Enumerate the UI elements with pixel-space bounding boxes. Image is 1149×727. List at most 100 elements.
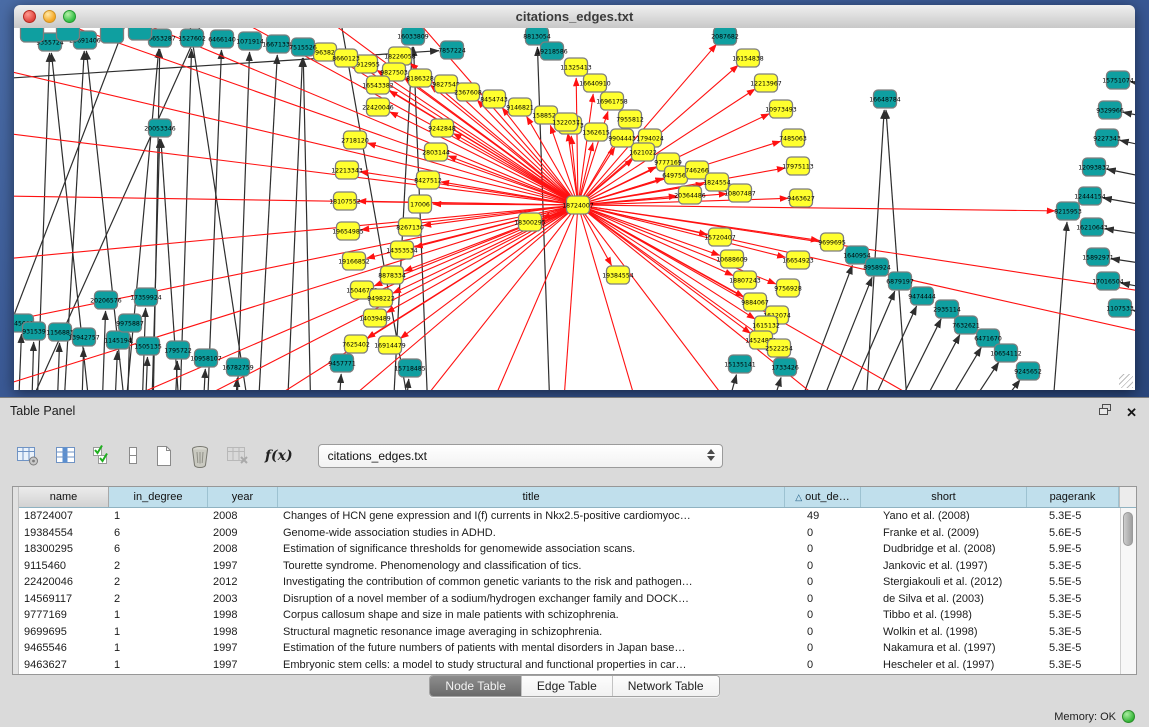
graph-node[interactable]: 18807243	[729, 271, 761, 289]
graph-node[interactable]	[129, 28, 152, 40]
graph-node[interactable]	[101, 28, 124, 43]
minimize-window-button[interactable]	[43, 10, 56, 23]
graph-node[interactable]	[21, 28, 44, 42]
graph-node[interactable]: 16648784	[869, 90, 901, 108]
column-header-pagerank[interactable]: pagerank	[1027, 487, 1119, 507]
graph-edge[interactable]	[795, 277, 872, 390]
table-options-icon[interactable]	[16, 441, 40, 471]
graph-node[interactable]: 12213967	[750, 74, 782, 92]
memory-ok-indicator[interactable]	[1122, 710, 1135, 723]
graph-edge[interactable]	[1111, 259, 1135, 272]
graph-node[interactable]: 15720407	[704, 228, 736, 246]
graph-edge[interactable]	[560, 205, 578, 390]
graph-node[interactable]: 1505135	[134, 337, 162, 355]
graph-node[interactable]: 22420046	[362, 98, 394, 116]
graph-edge[interactable]	[908, 347, 981, 390]
graph-node[interactable]: 16914479	[374, 336, 406, 354]
graph-edge[interactable]	[578, 205, 720, 255]
graph-node[interactable]: 9463627	[787, 189, 815, 207]
window-titlebar[interactable]: citations_edges.txt	[14, 5, 1135, 29]
graph-node[interactable]: 9904443	[608, 129, 636, 147]
graph-node[interactable]: 9245652	[1014, 362, 1042, 380]
graph-node[interactable]: 16782759	[222, 358, 254, 376]
graph-node[interactable]: 10688609	[716, 250, 748, 268]
graph-node[interactable]: 2935114	[933, 300, 961, 318]
graph-node[interactable]: 17006	[409, 195, 432, 213]
graph-node[interactable]: 13942757	[68, 328, 100, 346]
graph-node[interactable]: 6879197	[886, 272, 914, 290]
graph-edge[interactable]	[80, 348, 84, 390]
graph-node[interactable]: 1145194	[104, 331, 132, 349]
delete-entry-icon[interactable]	[189, 441, 211, 471]
graph-node[interactable]: 1071914	[236, 32, 264, 50]
column-header-year[interactable]: year	[208, 487, 278, 507]
graph-node[interactable]: 2367608	[454, 83, 482, 101]
graph-edge[interactable]	[710, 375, 736, 390]
graph-edge[interactable]	[200, 369, 205, 390]
graph-node[interactable]: 10654112	[990, 344, 1022, 362]
graph-node[interactable]: 8186328	[406, 69, 434, 87]
graph-edge[interactable]	[752, 377, 781, 390]
graph-node[interactable]: 9474444	[908, 287, 936, 305]
graph-node[interactable]: 16210643	[1076, 218, 1108, 236]
graph-node[interactable]: 20053346	[144, 119, 176, 137]
graph-edge[interactable]	[303, 58, 312, 390]
graph-edge[interactable]	[1048, 222, 1067, 390]
graph-node[interactable]: 9242848	[428, 119, 456, 137]
graph-node[interactable]: 10807487	[724, 184, 756, 202]
graph-node[interactable]: 7857224	[438, 41, 466, 59]
graph-node[interactable]: 8878334	[378, 266, 406, 284]
graph-node[interactable]: 18107552	[329, 192, 361, 210]
graph-node[interactable]: 15892971	[1082, 248, 1114, 266]
graph-edge[interactable]	[1107, 169, 1135, 188]
graph-node[interactable]: 2522254	[765, 339, 793, 357]
graph-node[interactable]: 16543382	[362, 76, 394, 94]
graph-node[interactable]: 9498222	[367, 289, 395, 307]
graph-node[interactable]: 8427512	[414, 171, 442, 189]
table-row[interactable]: 1938455462009Genome-wide association stu…	[19, 525, 1136, 542]
graph-node[interactable]: 16640910	[579, 74, 611, 92]
graph-node[interactable]: 12093832	[1078, 158, 1110, 176]
graph-edge[interactable]	[928, 362, 999, 390]
graph-node[interactable]: 1322037	[552, 113, 580, 131]
graph-node[interactable]: 2803144	[422, 143, 450, 161]
graph-node[interactable]: 15135141	[724, 355, 756, 373]
graph-edge[interactable]	[285, 58, 302, 390]
function-builder-icon[interactable]: f(x)	[265, 441, 293, 471]
float-panel-icon[interactable]	[1098, 403, 1112, 421]
graph-node[interactable]: 19654985	[332, 222, 364, 240]
graph-node[interactable]: 8215953	[1054, 202, 1082, 220]
graph-node[interactable]: 2087682	[711, 28, 739, 45]
graph-edge[interactable]	[578, 205, 1055, 211]
graph-node[interactable]: 14039489	[359, 309, 391, 327]
graph-node[interactable]: 15751074	[1102, 71, 1134, 89]
graph-edge[interactable]	[1123, 112, 1135, 128]
graph-node[interactable]: 1621022	[629, 143, 657, 161]
graph-edge[interactable]	[55, 343, 60, 390]
graph-node[interactable]: 931539	[22, 322, 46, 340]
graph-node[interactable]: 12213343	[331, 161, 363, 179]
graph-node[interactable]: 14353534	[386, 241, 418, 259]
graph-edge[interactable]	[30, 342, 34, 390]
select-all-rows-icon[interactable]	[92, 441, 112, 471]
graph-node[interactable]: 15718485	[394, 359, 426, 377]
graph-node[interactable]: 18300295	[514, 213, 546, 231]
graph-node[interactable]: 19218586	[536, 42, 568, 60]
graph-node[interactable]: 9329966	[1096, 101, 1124, 119]
graph-node[interactable]: 9227343	[1093, 129, 1121, 147]
graph-edge[interactable]	[1105, 229, 1135, 243]
graph-edge[interactable]	[112, 351, 117, 390]
graph-edge[interactable]	[335, 374, 341, 390]
tab-node-table[interactable]: Node Table	[430, 676, 522, 696]
table-row[interactable]: 977716911998Corpus callosum shape and si…	[19, 607, 1136, 624]
close-panel-icon[interactable]: ✕	[1126, 405, 1137, 420]
graph-node[interactable]: 16961758	[596, 92, 628, 110]
graph-node[interactable]: 1824554	[703, 173, 731, 191]
graph-node[interactable]: 7632621	[952, 316, 980, 334]
graph-node[interactable]: 10958107	[190, 349, 222, 367]
graph-node[interactable]: 1733426	[771, 358, 799, 376]
graph-edge[interactable]	[172, 361, 177, 390]
table-row[interactable]: 1872400712008Changes of HCN gene express…	[19, 508, 1136, 525]
close-window-button[interactable]	[23, 10, 36, 23]
graph-node[interactable]: 16154838	[732, 49, 764, 67]
